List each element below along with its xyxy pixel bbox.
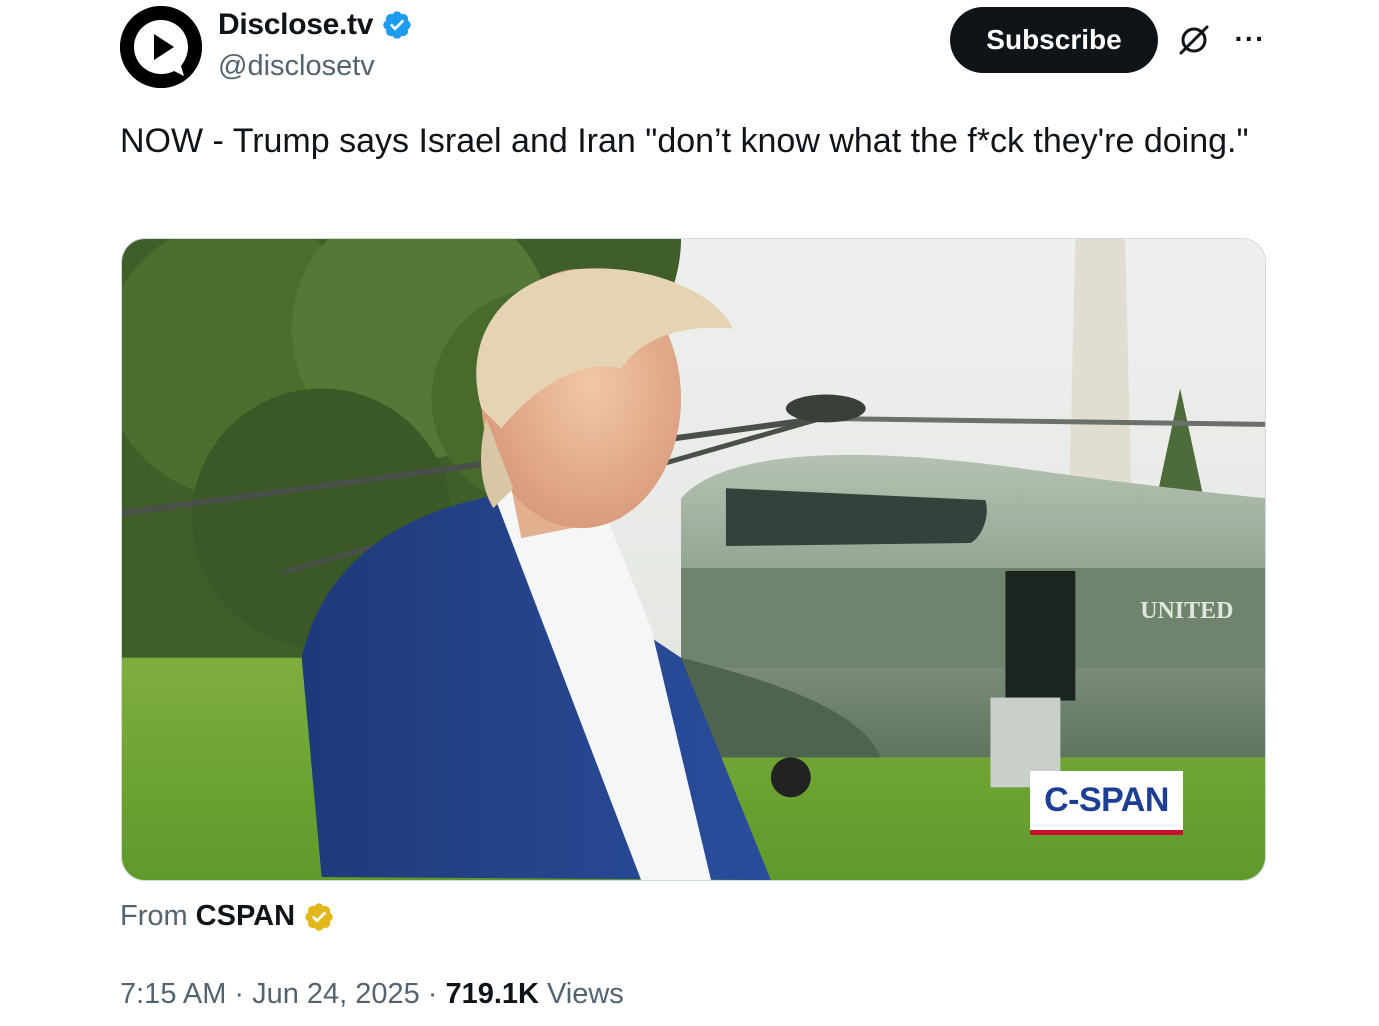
verified-badge-icon (383, 11, 411, 39)
grok-icon[interactable] (1176, 22, 1212, 58)
source-name[interactable]: CSPAN (196, 900, 295, 933)
author-display-name[interactable]: Disclose.tv (218, 8, 373, 42)
author-handle[interactable]: @disclosetv (218, 50, 375, 83)
author-avatar[interactable] (120, 6, 202, 88)
separator: · (427, 978, 438, 1010)
cspan-watermark: C-SPAN (1030, 771, 1183, 835)
gold-verified-badge-icon (305, 902, 333, 931)
source-attribution: From CSPAN (120, 900, 335, 933)
tweet-text: NOW - Trump says Israel and Iran "don’t … (120, 122, 1249, 160)
video-player[interactable]: UNITED C-SPAN (121, 238, 1266, 881)
play-speech-bubble-icon (120, 6, 202, 88)
more-options-icon[interactable]: ··· (1230, 23, 1270, 54)
tweet-date[interactable]: Jun 24, 2025 (252, 978, 420, 1011)
subscribe-button[interactable]: Subscribe (950, 7, 1158, 73)
from-label: From (120, 900, 188, 932)
author-name-row[interactable]: Disclose.tv (218, 8, 413, 42)
tweet-time[interactable]: 7:15 AM (120, 978, 226, 1011)
aircraft-marking: UNITED (1140, 598, 1233, 624)
separator: · (234, 978, 245, 1010)
views-label: Views (546, 978, 624, 1010)
views-count: 719.1K (445, 978, 539, 1010)
tweet-meta: 7:15 AM · Jun 24, 2025 · 719.1K Views (120, 978, 624, 1011)
